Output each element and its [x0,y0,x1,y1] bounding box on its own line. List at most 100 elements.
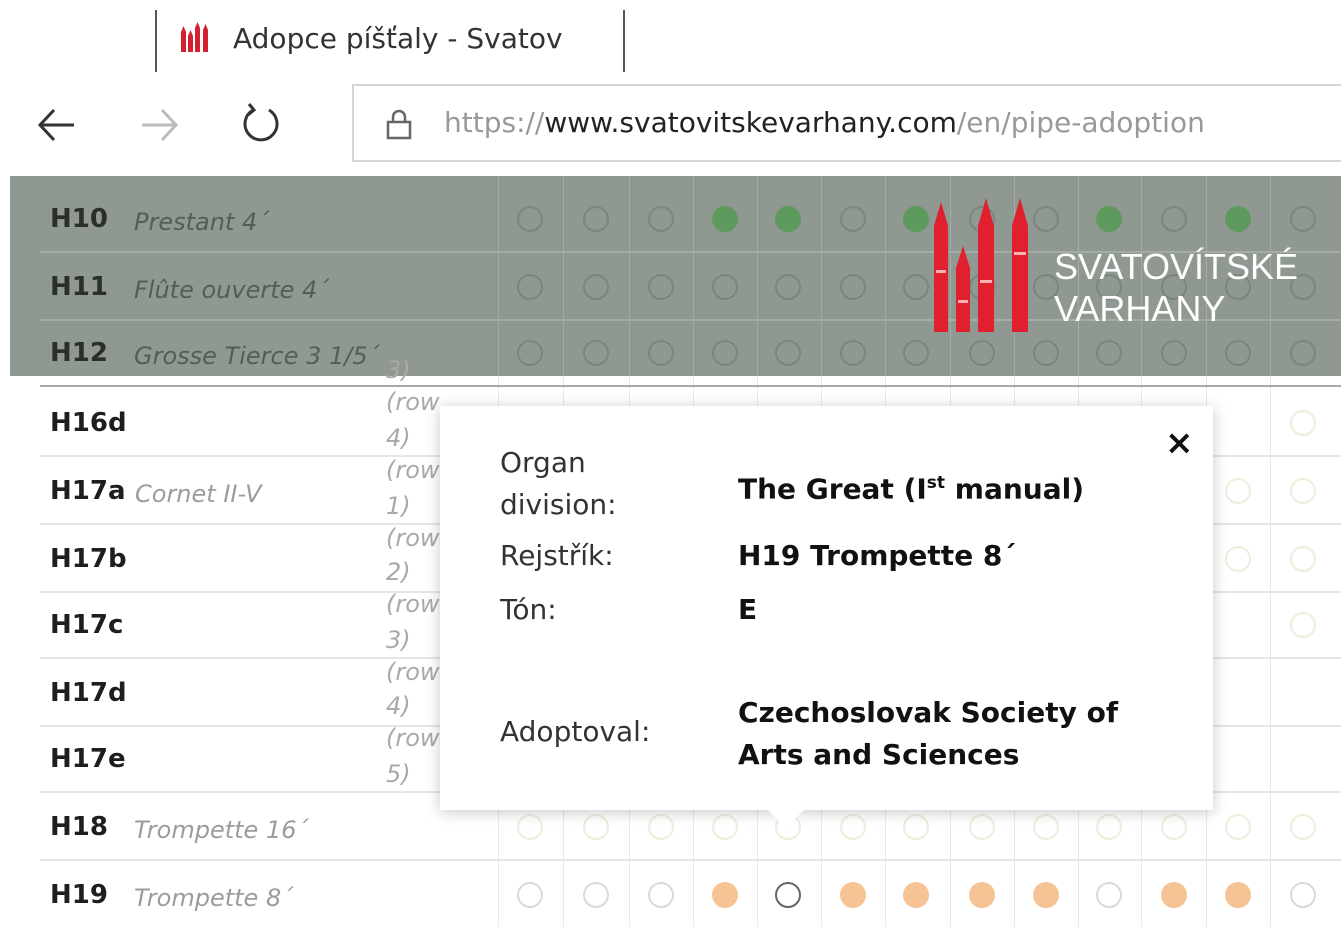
adopted-pipe-dot[interactable] [775,206,801,232]
register-value: H19 Trompette 8´ [738,539,1017,572]
address-bar[interactable]: https://www.svatovitskevarhany.com/en/pi… [352,84,1341,162]
sub-row-label: (row [386,388,440,416]
available-pipe-dot[interactable] [1161,340,1187,366]
sub-row-label: 4) [386,424,411,452]
register-code: H17e [50,744,126,774]
available-pipe-dot[interactable] [1096,882,1122,908]
forward-arrow-icon[interactable] [134,100,184,150]
register-name: Grosse Tierce 3 1/5´ [134,342,380,370]
register-code: H17b [50,544,127,574]
sub-row-label: 5) [386,760,411,788]
register-code: H19 [50,880,108,910]
available-pipe-dot[interactable] [840,340,866,366]
available-pipe-dot[interactable] [1290,882,1316,908]
sub-row-label: (row [386,590,440,618]
register-code: H11 [50,272,108,302]
available-pipe-dot[interactable] [840,206,866,232]
available-pipe-dot[interactable] [775,882,801,908]
pipe-adoption-page: H10 Prestant 4´ H11 Flûte ouverte 4´ H12 Gros… [0,176,1341,927]
sub-row-label: (row [386,658,440,686]
register-code: H18 [50,812,108,842]
available-pipe-dot[interactable] [775,340,801,366]
reload-icon[interactable] [236,100,286,150]
available-pipe-dot[interactable] [712,340,738,366]
register-code: H10 [50,204,108,234]
available-pipe-dot[interactable] [969,814,995,840]
available-pipe-dot[interactable] [840,814,866,840]
adopted-pipe-dot[interactable] [903,206,929,232]
available-pipe-dot[interactable] [583,206,609,232]
available-pipe-dot[interactable] [583,882,609,908]
available-pipe-dot[interactable] [1290,612,1316,638]
available-pipe-dot[interactable] [969,340,995,366]
organ-pipes-logo-icon [934,198,1028,332]
row-divider [40,385,1341,387]
available-pipe-dot[interactable] [1161,814,1187,840]
logo-line-1: SVATOVÍTSKÉ [1054,246,1299,287]
available-pipe-dot[interactable] [648,274,674,300]
register-name: Cornet II-V [135,480,262,508]
available-pipe-dot[interactable] [1290,206,1316,232]
logo-text: SVATOVÍTSKÉ VARHANY [1054,246,1298,330]
available-pipe-dot[interactable] [1096,814,1122,840]
available-pipe-dot[interactable] [517,340,543,366]
sub-row-label: (row [386,456,440,484]
adopted-pipe-dot[interactable] [903,882,929,908]
register-code: H12 [50,338,108,368]
register-row-h19: H19 Trompette 8´ [0,862,1341,927]
organ-division-value: The Great (Ist manual) [738,462,1084,510]
adopted-pipe-dot[interactable] [712,206,738,232]
adopted-pipe-dot[interactable] [840,882,866,908]
available-pipe-dot[interactable] [903,274,929,300]
organ-division-label: Organ division: [500,446,617,521]
adopted-pipe-dot[interactable] [1225,882,1251,908]
available-pipe-dot[interactable] [648,814,674,840]
available-pipe-dot[interactable] [648,340,674,366]
available-pipe-dot[interactable] [903,814,929,840]
available-pipe-dot[interactable] [712,274,738,300]
available-pipe-dot[interactable] [583,814,609,840]
available-pipe-dot[interactable] [1033,340,1059,366]
available-pipe-dot[interactable] [1225,814,1251,840]
available-pipe-dot[interactable] [517,206,543,232]
adopted-pipe-dot[interactable] [1033,882,1059,908]
available-pipe-dot[interactable] [517,882,543,908]
available-pipe-dot[interactable] [583,340,609,366]
adopted-pipe-dot[interactable] [969,882,995,908]
popup-pointer [768,810,804,828]
logo-line-2: VARHANY [1054,288,1226,329]
available-pipe-dot[interactable] [1290,340,1316,366]
sub-row-label: 3) [386,626,411,654]
available-pipe-dot[interactable] [840,274,866,300]
register-name: Trompette 8´ [134,884,294,912]
available-pipe-dot[interactable] [1033,814,1059,840]
available-pipe-dot[interactable] [1290,814,1316,840]
sub-row-label: 3) [386,356,411,384]
browser-tab[interactable]: Adopce píšťaly - Svatov [155,10,625,72]
available-pipe-dot[interactable] [903,340,929,366]
available-pipe-dot[interactable] [1225,478,1251,504]
navigation-bar: https://www.svatovitskevarhany.com/en/pi… [0,72,1341,176]
available-pipe-dot[interactable] [648,882,674,908]
register-label: Rejstřík: [500,539,614,572]
available-pipe-dot[interactable] [1225,340,1251,366]
adoption-info-popup: × Organ division: The Great (Ist manual)… [440,406,1213,828]
available-pipe-dot[interactable] [648,206,674,232]
available-pipe-dot[interactable] [1225,546,1251,572]
available-pipe-dot[interactable] [1290,478,1316,504]
available-pipe-dot[interactable] [775,274,801,300]
adopted-pipe-dot[interactable] [1161,882,1187,908]
available-pipe-dot[interactable] [1096,340,1122,366]
available-pipe-dot[interactable] [517,814,543,840]
available-pipe-dot[interactable] [583,274,609,300]
available-pipe-dot[interactable] [712,814,738,840]
available-pipe-dot[interactable] [517,274,543,300]
back-arrow-icon[interactable] [32,100,82,150]
adopted-pipe-dot[interactable] [712,882,738,908]
available-pipe-dot[interactable] [1290,546,1316,572]
close-icon[interactable]: × [1165,426,1194,460]
sub-row-label: 1) [386,492,411,520]
register-name: Prestant 4´ [134,208,270,236]
sub-row-label: (row [386,524,440,552]
available-pipe-dot[interactable] [1290,410,1316,436]
